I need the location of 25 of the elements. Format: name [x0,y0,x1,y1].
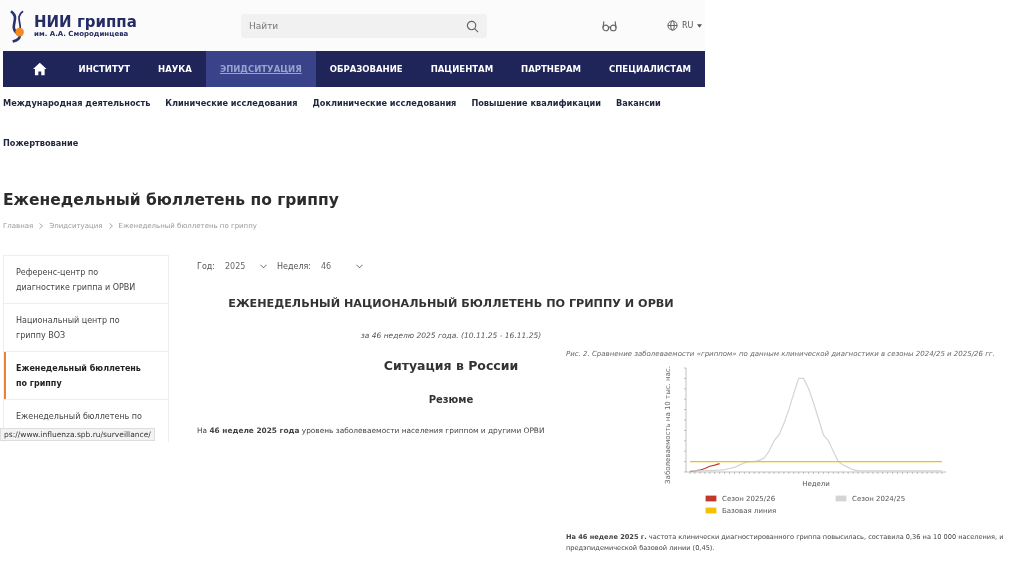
summary-title: Резюме [428,394,474,405]
sidebar-item[interactable]: Национальный центр по гриппу ВОЗ [3,303,169,351]
chevron-icon [108,223,113,229]
language-selector[interactable]: RU [667,20,703,31]
dropdown[interactable]: 46 [317,257,367,275]
home-icon[interactable] [33,62,47,76]
dropdown[interactable]: 2025 [221,257,271,275]
filter-label: Неделя: [277,261,311,271]
search-field[interactable]: Найти [241,13,487,38]
globe-icon [667,20,678,31]
filter-label: Год: [197,261,215,271]
chevron-icon [39,223,44,229]
logo-title: НИИ гриппа [34,13,137,30]
glasses-icon[interactable] [602,19,617,32]
page-title: Еженедельный бюллетень по гриппу [3,191,340,209]
caret-icon [260,263,267,269]
nav-item[interactable]: ЭПИДСИТУАЦИЯ [205,51,316,87]
caret-icon [697,23,703,28]
caret-icon [356,263,363,269]
bulletin-title: ЕЖЕНЕДЕЛЬНЫЙ НАЦИОНАЛЬНЫЙ БЮЛЛЕТЕНЬ ПО ГРИППУ И ОРВИ [228,297,674,310]
sidebar-item[interactable]: Еженедельный бюллетень по гриппу [3,351,169,399]
nav-link[interactable]: Пожертвование [3,123,79,163]
section-title: Ситуация в России [383,358,519,373]
sidebar-item[interactable]: Референс-центр по диагностике гриппа и ОРВИ [3,255,169,303]
search-icon[interactable] [466,19,479,33]
